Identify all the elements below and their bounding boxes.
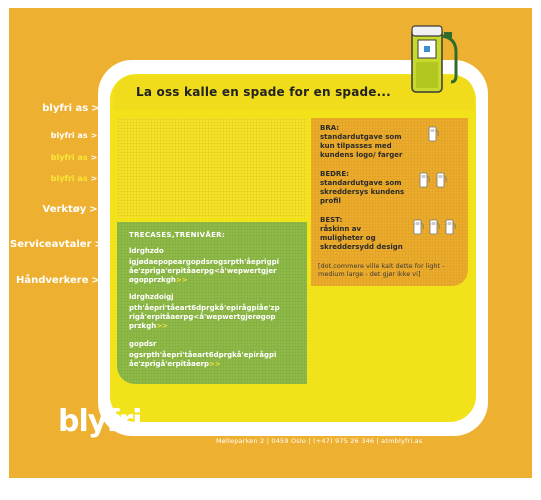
info-line: åe'zpriga'erpitåaerpg<å'wepwertgjer xyxy=(129,267,277,275)
arrow-icon: >> xyxy=(90,131,104,140)
info-line-text: åe'zprigå'erpitåaerp xyxy=(129,360,210,368)
nav-subitem-3[interactable]: blyfri as >> xyxy=(40,174,104,183)
offer-bedre: BEDRE: standardutgave som skreddersys ku… xyxy=(320,170,404,206)
info-line: øgopprzkgh>> xyxy=(129,276,279,285)
offer-desc: profil xyxy=(320,197,341,205)
offer-bra: BRA: standardutgave som kun tilpasses me… xyxy=(320,124,402,160)
info-line-text: przkgh xyxy=(129,322,157,330)
image-placeholder xyxy=(117,118,307,218)
offer-label: BRA: xyxy=(320,124,340,132)
arrow-icon: >> xyxy=(91,275,109,286)
offer-note: [dot.commere ville kalt dette for light … xyxy=(318,262,445,278)
arrow-icon: >> xyxy=(89,204,106,215)
info-heading: ldrghzdoigj xyxy=(129,293,174,301)
info-line: åe'zprigå'erpitåaerp>> xyxy=(129,360,276,369)
nav-subitem-2[interactable]: blyfri as >> xyxy=(40,153,104,162)
fuel-pump-icon xyxy=(445,219,456,235)
offer-desc: skreddersydd design xyxy=(320,243,403,251)
offer-label: BEST: xyxy=(320,216,343,224)
fuel-pump-icon xyxy=(428,126,439,142)
info-line: pth'åepri'tåeart6dprgkå'epirågpiåe'zp xyxy=(129,304,280,312)
nav-item-label: Håndverkere xyxy=(16,275,89,286)
nav-subitem-1[interactable]: blyfri as >> xyxy=(40,131,104,140)
nav-item-serviceavtaler[interactable]: Serviceavtaler >> xyxy=(10,239,111,250)
logo[interactable]: blyfri xyxy=(58,404,142,439)
more-link[interactable]: >> xyxy=(176,276,188,284)
offer-label: BEDRE: xyxy=(320,170,349,178)
offer-desc: standardutgave som xyxy=(320,179,402,187)
offer-desc: kundens logo/ farger xyxy=(320,151,403,159)
info-line-text: øgopprzkgh xyxy=(129,276,176,284)
offer-desc: skreddersys kundens xyxy=(320,188,405,196)
nav-item-label: Serviceavtaler xyxy=(10,239,92,250)
nav-item-verktoy[interactable]: Verktøy >> xyxy=(30,204,107,215)
info-line: przkgh>> xyxy=(129,322,280,331)
fuel-pump-icon xyxy=(411,25,458,93)
nav-item-blyfri-as[interactable]: blyfri as >> xyxy=(40,103,108,114)
nav-item-label: Verktøy xyxy=(42,204,87,215)
more-link[interactable]: >> xyxy=(156,322,168,330)
info-line: ogsrpth'åepri'tåeart6dprgkå'epirågpi xyxy=(129,351,277,359)
offer-desc: råskinn av xyxy=(320,225,362,233)
nav-item-label: blyfri as xyxy=(50,131,88,140)
info-line: rigå'erpitåaerpg<å'wepwertgjerøgop xyxy=(129,313,276,321)
arrow-icon: >> xyxy=(90,174,104,183)
arrow-icon: >> xyxy=(91,103,108,114)
fuel-pump-icon xyxy=(419,172,430,188)
nav-item-label: blyfri as xyxy=(50,153,88,162)
fuel-pump-icon xyxy=(436,172,447,188)
info-title: TRECASES,TRENIVÅER: xyxy=(129,231,225,239)
nav-item-handverkere[interactable]: Håndverkere >> xyxy=(16,275,109,286)
nav-item-label: blyfri as xyxy=(50,174,88,183)
offer-desc: muligheter og xyxy=(320,234,376,242)
tagline: La oss kalle en spade for en spade... xyxy=(136,85,391,99)
more-link[interactable]: >> xyxy=(209,360,221,368)
fuel-pump-icon xyxy=(429,219,440,235)
info-heading: gopdsr xyxy=(129,340,157,348)
offer-desc: kun tilpasses med xyxy=(320,142,392,150)
arrow-icon: >> xyxy=(90,153,104,162)
nav-item-label: blyfri as xyxy=(42,103,89,114)
arrow-icon: >> xyxy=(94,239,112,250)
info-block-1: ldrghzdo igjødaepopeargopdsrogsrpth'åepr… xyxy=(129,247,279,285)
info-block-2: ldrghzdoigj pth'åepri'tåeart6dprgkå'epir… xyxy=(129,293,280,331)
logo-suffix: as xyxy=(162,428,170,435)
offer-desc: standardutgave som xyxy=(320,133,402,141)
fuel-pump-icon xyxy=(413,219,424,235)
info-heading: ldrghzdo xyxy=(129,247,164,255)
info-block-3: gopdsr ogsrpth'åepri'tåeart6dprgkå'epirå… xyxy=(129,340,276,369)
footer-contact: Mølleparken 2 | 0459 Oslo | (+47) 975 26… xyxy=(216,437,423,445)
offer-best: BEST: råskinn av muligheter og skredders… xyxy=(320,216,403,252)
info-line: igjødaepopeargopdsrogsrpth'åeprigpi xyxy=(129,258,279,266)
